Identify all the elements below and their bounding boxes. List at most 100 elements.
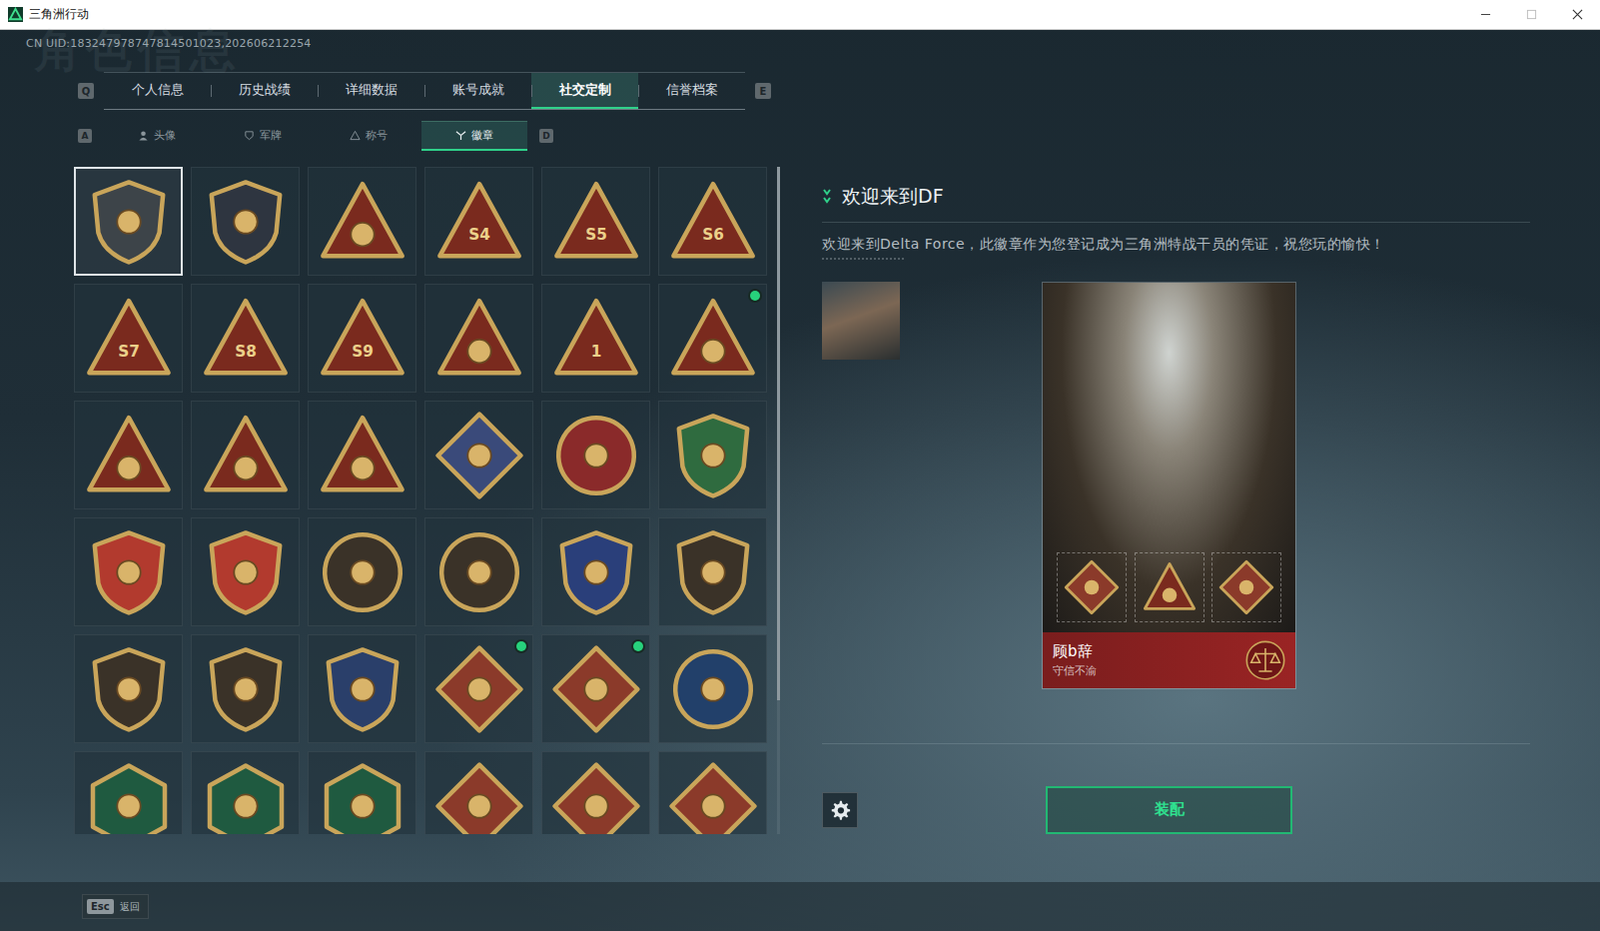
badge-emblem-icon xyxy=(83,761,174,835)
badge-item[interactable] xyxy=(190,517,300,627)
badge-emblem-icon xyxy=(668,644,759,735)
badge-item[interactable]: S6 xyxy=(658,166,768,276)
badge-item[interactable] xyxy=(307,634,417,744)
badge-item[interactable]: S8 xyxy=(190,283,300,393)
badge-item[interactable] xyxy=(73,517,183,627)
badge-item[interactable] xyxy=(424,751,534,834)
badge-item[interactable] xyxy=(307,517,417,627)
title-bar: 三角洲行动 xyxy=(0,0,1600,30)
footer-bar: Esc返回 xyxy=(0,881,1600,931)
badge-item[interactable] xyxy=(658,400,768,510)
tab[interactable]: 社交定制 xyxy=(531,72,639,109)
badge-emblem-icon xyxy=(200,176,291,267)
scrollbar[interactable] xyxy=(777,166,781,834)
badge-slot[interactable] xyxy=(1056,552,1127,623)
subtab-label: 头像 xyxy=(153,127,176,143)
badge-item[interactable] xyxy=(658,634,768,744)
badge-emblem-icon xyxy=(434,761,525,835)
badge-item[interactable] xyxy=(307,166,417,276)
badge-item[interactable] xyxy=(424,634,534,744)
badge-item[interactable] xyxy=(190,751,300,834)
badge-item[interactable]: S5 xyxy=(541,166,651,276)
badge-item[interactable] xyxy=(73,751,183,834)
settings-button[interactable] xyxy=(821,792,858,828)
detail-header: 欢迎来到DF xyxy=(821,183,1531,210)
subtab-row: A 头像 军牌称号徽章 D xyxy=(77,120,800,151)
new-indicator xyxy=(750,290,761,301)
tab[interactable]: 历史战绩 xyxy=(210,72,318,109)
badge-item[interactable] xyxy=(73,400,183,510)
badge-emblem-icon: S9 xyxy=(317,293,408,384)
badge-label: S7 xyxy=(117,342,140,361)
badge-item[interactable] xyxy=(424,400,534,510)
next-subtab-key[interactable]: D xyxy=(539,128,554,143)
back-button[interactable]: Esc返回 xyxy=(81,893,149,919)
badge-grid-viewport: S4 S5 S6 S7 S8S9 1 xyxy=(73,166,768,834)
badge-item[interactable] xyxy=(190,400,300,510)
tab-bar: 个人信息历史战绩详细数据账号成就 社交定制 信誉档案 xyxy=(103,71,746,110)
next-tab-key[interactable]: E xyxy=(755,82,772,99)
badge-emblem-icon xyxy=(200,644,291,735)
badge-label: S5 xyxy=(585,225,608,244)
tab[interactable]: 详细数据 xyxy=(317,72,425,109)
badge-item[interactable]: S4 xyxy=(424,166,534,276)
new-indicator xyxy=(633,641,644,652)
prev-subtab-key[interactable]: A xyxy=(77,128,92,143)
close-button[interactable] xyxy=(1554,0,1600,29)
badge-emblem-icon xyxy=(317,527,408,618)
badge-emblem-icon xyxy=(83,176,174,267)
badge-item[interactable] xyxy=(307,751,417,834)
badge-emblem-icon: S4 xyxy=(434,176,525,267)
badge-item[interactable] xyxy=(541,751,651,834)
new-indicator xyxy=(516,641,527,652)
close-icon xyxy=(1572,8,1584,20)
equip-button[interactable]: 装配 xyxy=(1045,786,1293,834)
badge-slot[interactable] xyxy=(1134,552,1205,623)
badge-item[interactable] xyxy=(541,517,651,627)
prev-tab-key[interactable]: Q xyxy=(77,82,94,99)
badge-item[interactable] xyxy=(424,283,534,393)
divider xyxy=(821,743,1531,745)
player-name: 顾b辞 xyxy=(1052,642,1097,662)
badge-emblem-icon xyxy=(434,644,525,735)
subtab[interactable]: 头像 xyxy=(103,120,210,151)
esc-key: Esc xyxy=(86,898,114,914)
badge-item[interactable]: S7 xyxy=(73,283,183,393)
badge-list: S4 S5 S6 S7 S8S9 1 xyxy=(73,166,800,834)
subtab[interactable]: 称号 xyxy=(315,120,422,151)
tab-separator xyxy=(531,84,533,97)
badge-item[interactable] xyxy=(73,634,183,744)
tab[interactable]: 个人信息 xyxy=(103,72,211,109)
badge-slot[interactable] xyxy=(1211,552,1282,623)
badge-item[interactable] xyxy=(541,400,651,510)
tab[interactable]: 账号成就 xyxy=(424,72,532,109)
badge-item[interactable]: 1 xyxy=(541,283,651,393)
subtab[interactable]: 军牌 xyxy=(209,120,316,151)
badge-item[interactable] xyxy=(73,166,183,276)
badge-item[interactable] xyxy=(424,517,534,627)
badge-emblem-icon xyxy=(551,761,642,835)
badge-item[interactable] xyxy=(190,634,300,744)
badge-item[interactable] xyxy=(658,517,768,627)
description-underline xyxy=(821,257,904,260)
maximize-button[interactable] xyxy=(1508,0,1555,29)
minimize-button[interactable] xyxy=(1462,0,1509,29)
tab[interactable]: 信誉档案 xyxy=(638,72,746,109)
badge-label: 1 xyxy=(590,342,602,361)
badge-emblem-icon: 1 xyxy=(551,293,642,384)
action-row: 装配 xyxy=(821,786,1531,834)
badge-item[interactable] xyxy=(541,634,651,744)
avatar-icon xyxy=(137,129,149,141)
subtab[interactable]: 徽章 xyxy=(421,120,528,151)
tab-row: Q 个人信息历史战绩详细数据账号成就 社交定制 信誉档案 E xyxy=(77,71,800,110)
badge-item[interactable] xyxy=(190,166,300,276)
badge-item[interactable]: S9 xyxy=(307,283,417,393)
card-artwork xyxy=(1042,282,1296,633)
badge-emblem-icon xyxy=(434,293,525,384)
tab-label: 社交定制 xyxy=(559,80,612,99)
badge-item[interactable] xyxy=(658,283,768,393)
badge-item[interactable] xyxy=(307,400,417,510)
badge-item[interactable] xyxy=(658,751,768,834)
scrollbar-thumb[interactable] xyxy=(777,166,781,701)
tab-label: 信誉档案 xyxy=(666,80,719,99)
